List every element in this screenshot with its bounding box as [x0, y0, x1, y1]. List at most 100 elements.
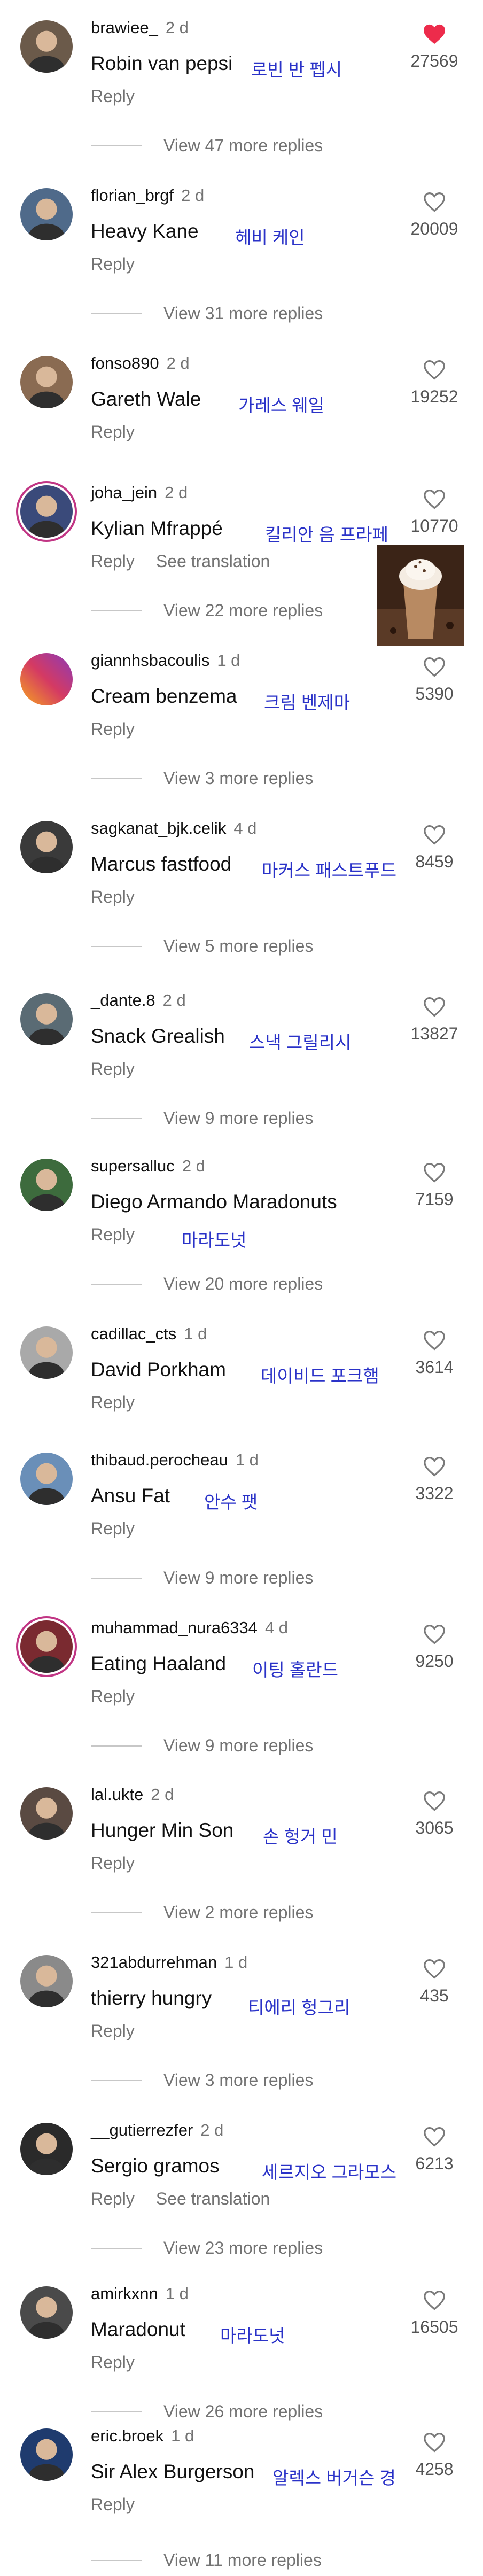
reply-button[interactable]: Reply — [91, 1059, 135, 1078]
avatar[interactable] — [20, 1620, 73, 1673]
comment-item: supersalluc 2 d Diego Armando Maradonuts … — [0, 1138, 483, 1306]
comment-age: 1 d — [171, 2426, 194, 2445]
username[interactable]: thibaud.perocheau — [91, 1450, 228, 1469]
username[interactable]: supersalluc — [91, 1157, 175, 1175]
view-more-replies[interactable]: View 23 more replies — [91, 2238, 323, 2258]
view-more-label: View 3 more replies — [163, 769, 314, 788]
like-button[interactable]: 3614 — [405, 1330, 464, 1377]
view-more-replies[interactable]: View 22 more replies — [91, 601, 323, 620]
heart-outline-icon — [424, 1162, 445, 1183]
avatar[interactable] — [20, 1326, 73, 1379]
avatar[interactable] — [20, 1787, 73, 1840]
reply-button[interactable]: Reply — [91, 422, 135, 441]
like-button[interactable]: 9250 — [405, 1624, 464, 1671]
username[interactable]: brawiee_ — [91, 18, 158, 37]
reply-button[interactable]: Reply — [91, 1519, 135, 1538]
avatar[interactable] — [20, 1453, 73, 1505]
reply-button[interactable]: Reply — [91, 1853, 135, 1873]
comment-age: 2 d — [166, 354, 190, 373]
reply-button[interactable]: Reply — [91, 2353, 135, 2372]
reply-button[interactable]: Reply — [91, 2495, 135, 2514]
view-more-replies[interactable]: View 2 more replies — [91, 1903, 313, 1922]
username[interactable]: cadillac_cts — [91, 1324, 176, 1343]
view-more-replies[interactable]: View 5 more replies — [91, 936, 313, 956]
reply-button[interactable]: Reply — [91, 2021, 135, 2040]
reply-button[interactable]: Reply — [91, 887, 135, 906]
heart-outline-icon — [424, 657, 445, 677]
username[interactable]: fonso890 — [91, 354, 159, 373]
like-button[interactable]: 3322 — [405, 1456, 464, 1503]
comment-item: muhammad_nura6334 4 d Eating Haaland Repl… — [0, 1600, 483, 1768]
like-button[interactable]: 5390 — [405, 656, 464, 704]
avatar[interactable] — [20, 821, 73, 873]
like-button[interactable]: 27569 — [405, 24, 464, 71]
comment-text: Heavy Kane — [91, 220, 199, 242]
frappe-image[interactable] — [377, 545, 464, 646]
username[interactable]: eric.broek — [91, 2426, 163, 2445]
like-button[interactable]: 6213 — [405, 2126, 464, 2174]
avatar[interactable] — [20, 356, 73, 408]
username[interactable]: amirkxnn — [91, 2284, 158, 2303]
view-more-replies[interactable]: View 20 more replies — [91, 1274, 323, 1294]
see-translation-link[interactable]: See translation — [156, 2189, 270, 2208]
avatar[interactable] — [20, 993, 73, 1045]
view-more-replies[interactable]: View 9 more replies — [91, 1108, 313, 1128]
like-button[interactable]: 13827 — [405, 996, 464, 1044]
comment-text: Eating Haaland — [91, 1652, 227, 1674]
korean-caption: 가레스 웨일 — [238, 395, 324, 415]
avatar[interactable] — [20, 2286, 73, 2339]
username[interactable]: giannhsbacoulis — [91, 651, 209, 670]
reply-button[interactable]: Reply — [91, 1393, 135, 1412]
like-button[interactable]: 20009 — [405, 191, 464, 239]
avatar[interactable] — [20, 1955, 73, 2007]
reply-button[interactable]: Reply — [91, 2189, 135, 2208]
reply-button[interactable]: Reply — [91, 552, 135, 571]
like-count: 16505 — [410, 2317, 458, 2337]
divider — [91, 778, 142, 779]
reply-button[interactable]: Reply — [91, 1687, 135, 1706]
avatar[interactable] — [20, 2428, 73, 2481]
like-button[interactable]: 7159 — [405, 1162, 464, 1209]
like-button[interactable]: 8459 — [405, 824, 464, 872]
view-more-replies[interactable]: View 9 more replies — [91, 1568, 313, 1588]
reply-button[interactable]: Reply — [91, 1225, 135, 1244]
like-button[interactable]: 10770 — [405, 488, 464, 536]
heart-outline-icon — [424, 1959, 445, 1979]
comment-age: 2 d — [165, 483, 188, 502]
view-more-replies[interactable]: View 31 more replies — [91, 304, 323, 323]
avatar[interactable] — [20, 2123, 73, 2175]
view-more-replies[interactable]: View 3 more replies — [91, 2070, 313, 2090]
username[interactable]: 321abdurrehman — [91, 1953, 217, 1972]
reply-button[interactable]: Reply — [91, 87, 135, 106]
avatar[interactable] — [20, 653, 73, 705]
like-button[interactable]: 19252 — [405, 359, 464, 407]
like-button[interactable]: 435 — [405, 1958, 464, 2006]
username[interactable]: _dante.8 — [91, 991, 155, 1010]
username[interactable]: lal.ukte — [91, 1785, 143, 1804]
reply-button[interactable]: Reply — [91, 719, 135, 739]
like-count: 27569 — [410, 51, 458, 71]
view-more-replies[interactable]: View 3 more replies — [91, 769, 313, 788]
username[interactable]: sagkanat_bjk.celik — [91, 819, 226, 837]
avatar[interactable] — [20, 1159, 73, 1211]
username[interactable]: joha_jein — [91, 483, 157, 502]
like-button[interactable]: 16505 — [405, 2290, 464, 2337]
username[interactable]: __gutierrezfer — [91, 2121, 193, 2139]
avatar[interactable] — [20, 485, 73, 538]
avatar[interactable] — [20, 188, 73, 240]
like-button[interactable]: 3065 — [405, 1790, 464, 1838]
reply-button[interactable]: Reply — [91, 254, 135, 274]
view-more-replies[interactable]: View 11 more replies — [91, 2550, 322, 2570]
username[interactable]: florian_brgf — [91, 186, 174, 205]
comment-item: thibaud.perocheau 1 d Ansu Fat Reply 안수 팻… — [0, 1432, 483, 1600]
comment-item: lal.ukte 2 d Hunger Min Son Reply 손 헝거 민 … — [0, 1767, 483, 1935]
korean-caption: 세르지오 그라모스 — [262, 2162, 397, 2182]
see-translation-link[interactable]: See translation — [156, 552, 270, 571]
comment-age: 2 d — [162, 991, 186, 1010]
view-more-replies[interactable]: View 9 more replies — [91, 1736, 313, 1756]
view-more-replies[interactable]: View 47 more replies — [91, 136, 323, 156]
like-button[interactable]: 4258 — [405, 2432, 464, 2479]
comment-meta: joha_jein 2 d — [91, 483, 188, 502]
avatar[interactable] — [20, 20, 73, 73]
username[interactable]: muhammad_nura6334 — [91, 1618, 258, 1637]
